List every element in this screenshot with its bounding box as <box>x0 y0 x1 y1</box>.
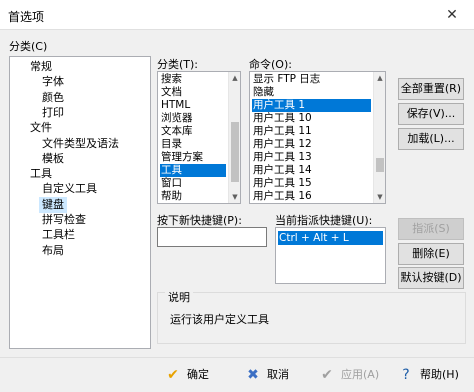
apply-label: 应用(A) <box>341 368 380 381</box>
classes-label: 分类(T): <box>157 58 199 71</box>
tree-item[interactable]: 布局 <box>39 243 67 259</box>
load-button[interactable]: 加载(L)... <box>398 128 464 150</box>
current-shortcut-label: 当前指派快捷键(U): <box>275 214 373 227</box>
title-bar: 首选项 ✕ <box>0 0 474 30</box>
commands-label: 命令(O): <box>249 58 292 71</box>
tree-item[interactable]: 颜色 <box>39 90 67 106</box>
x-icon: ✖ <box>247 367 259 383</box>
list-item[interactable]: 用户工具 15 <box>252 177 371 190</box>
scroll-down-icon[interactable]: ▼ <box>229 191 240 203</box>
current-shortcut-list[interactable]: Ctrl + Alt + L <box>275 227 386 284</box>
ok-button[interactable]: ✔ 确定 <box>164 364 209 386</box>
list-item[interactable]: 用户工具 13 <box>252 151 371 164</box>
tree-item[interactable]: 文件 <box>27 120 55 136</box>
tree-item[interactable]: 工具栏 <box>39 227 78 243</box>
list-item[interactable]: 搜索 <box>160 73 226 86</box>
tree-item[interactable]: 常规 <box>27 59 55 75</box>
tree-item[interactable]: 模板 <box>39 151 67 167</box>
cancel-button[interactable]: ✖ 取消 <box>244 364 289 386</box>
scroll-up-icon[interactable]: ▲ <box>374 72 385 84</box>
new-shortcut-label: 按下新快捷键(P): <box>157 214 242 227</box>
list-item[interactable]: 浏览器 <box>160 112 226 125</box>
list-item[interactable]: 用户工具 11 <box>252 125 371 138</box>
category-label: 分类(C) <box>9 40 48 53</box>
commands-scrollbar[interactable]: ▲ ▼ <box>373 72 385 203</box>
list-item[interactable]: 用户工具 1 <box>252 99 371 112</box>
list-item[interactable]: 窗口 <box>160 177 226 190</box>
tree-item[interactable]: 字体 <box>39 74 67 90</box>
list-item[interactable]: 文本库 <box>160 125 226 138</box>
reset-all-button[interactable]: 全部重置(R) <box>398 78 464 100</box>
help-icon: ? <box>402 367 410 383</box>
list-item[interactable]: 隐藏 <box>252 86 371 99</box>
scroll-down-icon[interactable]: ▼ <box>374 191 385 203</box>
scroll-up-icon[interactable]: ▲ <box>229 72 240 84</box>
help-button[interactable]: ? 帮助(H) <box>397 364 459 386</box>
apply-check-icon: ✔ <box>321 367 333 383</box>
description-label: 说明 <box>165 289 193 305</box>
list-item[interactable]: 用户工具 12 <box>252 138 371 151</box>
assign-button[interactable]: 指派(S) <box>398 218 464 240</box>
ok-label: 确定 <box>187 368 209 381</box>
cancel-label: 取消 <box>267 368 289 381</box>
save-button[interactable]: 保存(V)... <box>398 103 464 125</box>
classes-list[interactable]: 帮助 窗口 工具 管理方案 目录 文本库 浏览器 HTML 文档 搜索 ▲ ▼ <box>157 71 241 204</box>
scroll-thumb[interactable] <box>231 122 239 182</box>
list-item[interactable]: 帮助 <box>160 190 226 203</box>
tree-item[interactable]: 工具 <box>27 166 55 182</box>
list-item[interactable]: 目录 <box>160 138 226 151</box>
list-item[interactable]: 管理方案 <box>160 151 226 164</box>
delete-button[interactable]: 删除(E) <box>398 243 464 265</box>
scroll-thumb[interactable] <box>376 158 384 172</box>
list-item[interactable]: 用户工具 10 <box>252 112 371 125</box>
description-text: 运行该用户定义工具 <box>170 313 269 326</box>
list-item[interactable]: 用户工具 16 <box>252 190 371 203</box>
footer-bar: ✔ 确定 ✖ 取消 ✔ 应用(A) ? 帮助(H) <box>0 357 474 392</box>
list-item[interactable]: 文档 <box>160 86 226 99</box>
list-item[interactable]: 工具 <box>160 164 226 177</box>
commands-list[interactable]: 用户工具 16 用户工具 15 用户工具 14 用户工具 13 用户工具 12 用户工具 … <box>249 71 386 204</box>
tree-item[interactable]: 自定义工具 <box>39 181 100 197</box>
list-item[interactable]: HTML <box>160 99 226 112</box>
classes-scrollbar[interactable]: ▲ ▼ <box>228 72 240 203</box>
tree-item[interactable]: 键盘 <box>39 196 67 213</box>
window-title: 首选项 <box>8 10 45 24</box>
tree-item[interactable]: 文件类型及语法 <box>39 136 122 152</box>
check-icon: ✔ <box>167 367 179 383</box>
help-label: 帮助(H) <box>420 368 459 381</box>
new-shortcut-input[interactable] <box>157 227 267 247</box>
category-tree[interactable]: 常规 字体 颜色 打印 文件 文件类型及语法 模板 工具 自定义工具 键盘 拼写检查 工具栏 布局 <box>9 56 151 349</box>
list-item[interactable]: Ctrl + Alt + L <box>278 231 383 245</box>
tree-item[interactable]: 打印 <box>39 105 67 121</box>
apply-button[interactable]: ✔ 应用(A) <box>318 364 379 386</box>
list-item[interactable]: 显示 FTP 日志 <box>252 73 371 86</box>
default-keys-button[interactable]: 默认按键(D) <box>398 267 464 289</box>
tree-item[interactable]: 拼写检查 <box>39 212 89 228</box>
close-icon[interactable]: ✕ <box>438 4 466 26</box>
list-item[interactable]: 用户工具 14 <box>252 164 371 177</box>
